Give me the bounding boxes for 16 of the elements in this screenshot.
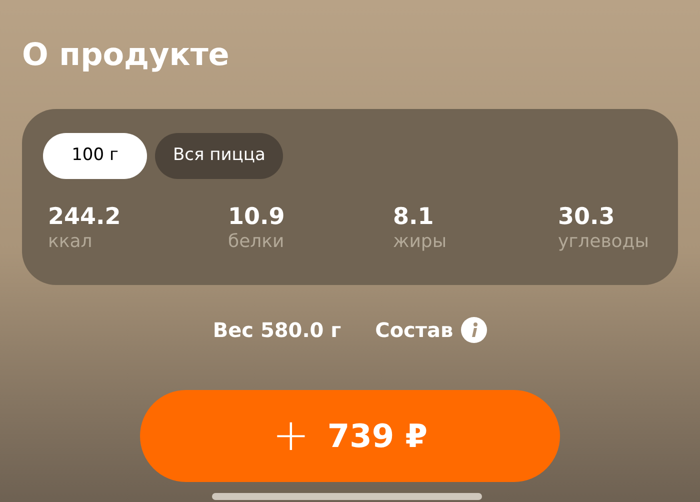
nutrient-value: 244.2 — [48, 202, 121, 232]
plus-icon: + — [272, 414, 310, 458]
price-text: 739 ₽ — [327, 416, 428, 456]
nutrient-label: белки — [228, 231, 284, 254]
section-title: О продукте — [22, 36, 230, 75]
weight-text: Вес 580.0 г — [212, 316, 342, 344]
nutrient-label: ккал — [48, 231, 92, 254]
nutrient-value: 8.1 — [393, 202, 434, 232]
info-icon[interactable] — [461, 316, 488, 342]
portion-tab[interactable]: Вся пицца — [155, 132, 284, 178]
nutrient-label: жиры — [393, 231, 447, 254]
portion-tab[interactable]: 100 г — [43, 132, 147, 178]
nutrient-value: 30.3 — [558, 202, 615, 232]
nutrient-label: углеводы — [558, 231, 649, 254]
nutrient-value: 10.9 — [228, 202, 285, 232]
ingredients-link[interactable]: Состав — [375, 314, 454, 344]
